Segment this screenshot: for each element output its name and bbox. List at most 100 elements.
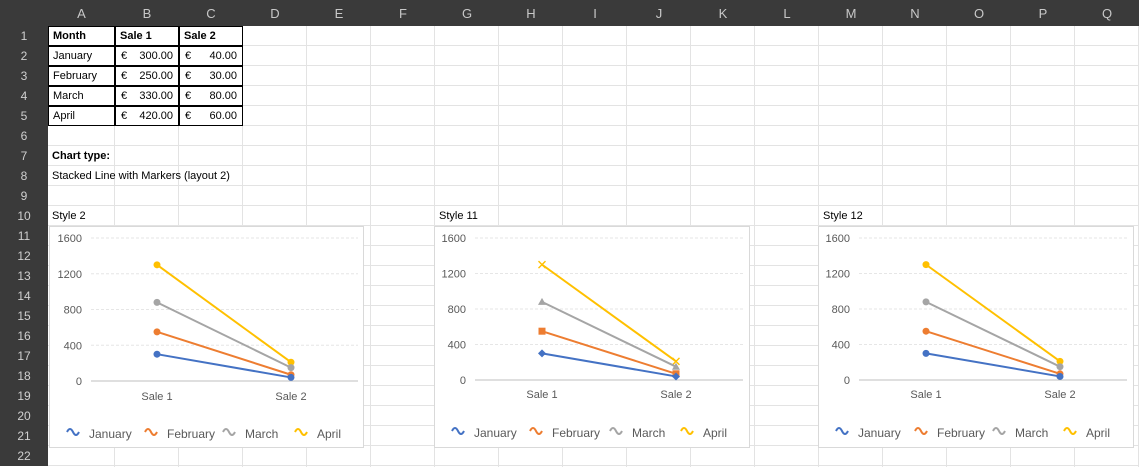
sale-value-cell[interactable]: €300.00: [115, 46, 179, 66]
column-header-j[interactable]: J: [627, 0, 691, 26]
column-header-a[interactable]: A: [48, 0, 115, 26]
legend-label: January: [858, 426, 901, 440]
month-cell[interactable]: January: [48, 46, 115, 66]
chart-type-value-cell[interactable]: Stacked Line with Markers (layout 2): [48, 166, 348, 186]
row-header-8[interactable]: 8: [0, 166, 48, 186]
y-tick-label: 1200: [826, 269, 850, 281]
y-tick-label: 400: [64, 340, 82, 352]
month-cell[interactable]: February: [48, 66, 115, 86]
legend-label: February: [937, 426, 985, 440]
row-header-22[interactable]: 22: [0, 446, 48, 466]
y-tick-label: 1200: [58, 269, 82, 281]
column-header-c[interactable]: C: [179, 0, 243, 26]
column-header-g[interactable]: G: [435, 0, 499, 26]
row-header-11[interactable]: 11: [0, 226, 48, 246]
row-header-2[interactable]: 2: [0, 46, 48, 66]
legend-line-icon: [66, 428, 80, 436]
row-header-9[interactable]: 9: [0, 186, 48, 206]
column-header-m[interactable]: M: [819, 0, 883, 26]
select-all-corner[interactable]: [0, 0, 48, 26]
row-header-1[interactable]: 1: [0, 26, 48, 46]
y-tick-label: 0: [460, 375, 466, 387]
x-category-label: Sale 2: [275, 391, 306, 403]
legend-label: March: [1015, 426, 1048, 440]
chart-style-3[interactable]: 0 400 800 1200 1600 Sale 1 Sale 2 January Februa…: [818, 226, 1134, 448]
data-point-marker: [538, 349, 546, 358]
chart-style-label[interactable]: Style 2: [48, 206, 148, 226]
sale-value-cell[interactable]: €40.00: [179, 46, 243, 66]
row-header-5[interactable]: 5: [0, 106, 48, 126]
row-header-15[interactable]: 15: [0, 306, 48, 326]
sale-value-cell[interactable]: €80.00: [179, 86, 243, 106]
column-header-i[interactable]: I: [563, 0, 627, 26]
spreadsheet-grid[interactable]: A B C D E F G H I J K L M N O P Q 1 2 3 4 5 6 7 8 9 10 11 12 13 14 15 16…: [0, 0, 1139, 467]
sale-value-cell[interactable]: €420.00: [115, 106, 179, 126]
legend-line-icon: [680, 427, 694, 435]
column-header-f[interactable]: F: [371, 0, 435, 26]
column-header-b[interactable]: B: [115, 0, 179, 26]
column-header-q[interactable]: Q: [1075, 0, 1139, 26]
row-header-12[interactable]: 12: [0, 246, 48, 266]
gridline-horizontal: [48, 205, 1139, 206]
amount-value: 30.00: [209, 70, 237, 82]
column-header-d[interactable]: D: [243, 0, 307, 26]
column-header-l[interactable]: L: [755, 0, 819, 26]
column-header-e[interactable]: E: [307, 0, 371, 26]
series-line-april: [156, 264, 292, 364]
row-header-18[interactable]: 18: [0, 366, 48, 386]
row-header-7[interactable]: 7: [0, 146, 48, 166]
chart-style-label[interactable]: Style 12: [819, 206, 919, 226]
month-cell[interactable]: March: [48, 86, 115, 106]
y-tick-label: 1600: [442, 233, 466, 245]
chart-style-label[interactable]: Style 11: [435, 206, 535, 226]
amount-value: 300.00: [139, 50, 173, 62]
currency-symbol: €: [121, 50, 128, 62]
chart-type-label-cell[interactable]: Chart type:: [48, 146, 298, 166]
currency-symbol: €: [185, 110, 192, 122]
currency-symbol: €: [185, 70, 192, 82]
chart-canvas: 0 400 800 1200 1600 Sale 1 Sale 2 January Februa…: [826, 233, 1127, 440]
series-line-april: [541, 263, 677, 363]
row-header-6[interactable]: 6: [0, 126, 48, 146]
sale-value-cell[interactable]: €250.00: [115, 66, 179, 86]
series-line-february: [541, 330, 677, 375]
data-point-marker: [538, 297, 546, 305]
sale-value-cell[interactable]: €330.00: [115, 86, 179, 106]
row-header-17[interactable]: 17: [0, 346, 48, 366]
row-header-16[interactable]: 16: [0, 326, 48, 346]
data-point-marker: [153, 298, 161, 306]
chart-style-2[interactable]: 0 400 800 1200 1600 Sale 1 Sale 2 January Februa…: [434, 226, 750, 448]
legend-line-icon: [1063, 427, 1077, 435]
row-header-10[interactable]: 10: [0, 206, 48, 226]
legend-line-icon: [835, 427, 849, 435]
row-header-21[interactable]: 21: [0, 426, 48, 446]
row-header-3[interactable]: 3: [0, 66, 48, 86]
column-header-o[interactable]: O: [947, 0, 1011, 26]
y-tick-label: 800: [832, 304, 850, 316]
row-header-13[interactable]: 13: [0, 266, 48, 286]
table-header-cell[interactable]: Sale 2: [179, 26, 243, 46]
y-tick-label: 0: [76, 376, 82, 388]
table-header-cell[interactable]: Sale 1: [115, 26, 179, 46]
legend-line-icon: [294, 428, 308, 436]
series-line-february: [925, 330, 1061, 375]
column-header-n[interactable]: N: [883, 0, 947, 26]
data-point-marker: [538, 327, 546, 335]
row-header-14[interactable]: 14: [0, 286, 48, 306]
sale-value-cell[interactable]: €60.00: [179, 106, 243, 126]
data-point-marker: [287, 364, 295, 372]
column-header-h[interactable]: H: [499, 0, 563, 26]
row-header-20[interactable]: 20: [0, 406, 48, 426]
column-header-p[interactable]: P: [1011, 0, 1075, 26]
month-cell[interactable]: April: [48, 106, 115, 126]
y-tick-label: 1600: [58, 233, 82, 245]
chart-style-1[interactable]: 0 400 800 1200 1600 Sale 1 Sale 2 January Februa…: [49, 226, 364, 448]
table-header-cell[interactable]: Month: [48, 26, 115, 46]
sale-value-cell[interactable]: €30.00: [179, 66, 243, 86]
column-header-k[interactable]: K: [691, 0, 755, 26]
amount-value: 60.00: [209, 110, 237, 122]
data-point-marker: [922, 298, 930, 306]
x-category-label: Sale 1: [141, 391, 172, 403]
row-header-4[interactable]: 4: [0, 86, 48, 106]
row-header-19[interactable]: 19: [0, 386, 48, 406]
